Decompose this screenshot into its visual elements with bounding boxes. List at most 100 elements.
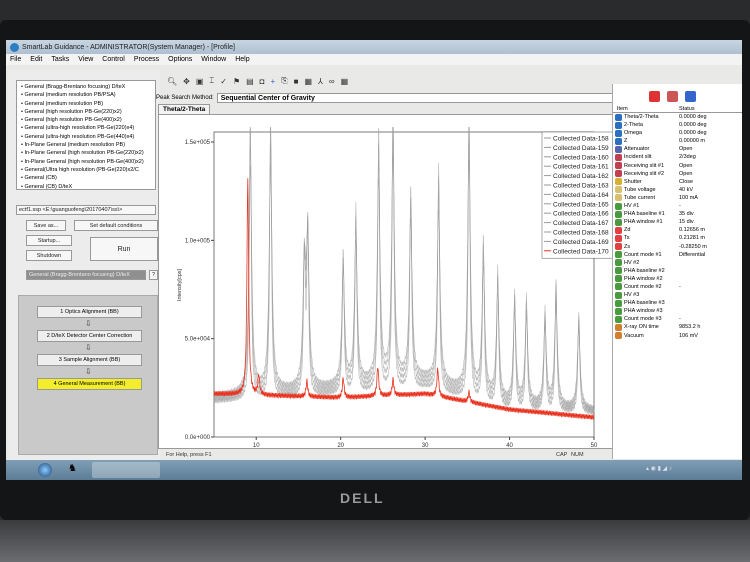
tree-item[interactable]: In-Plane General (high resolution PB-Ge(… [21, 149, 155, 157]
window-title: SmartLab Guidance - ADMINISTRATOR(System… [22, 43, 235, 51]
part-name-field[interactable]: General (Bragg-Brentano focusing) D/teX [26, 270, 146, 280]
status-item: HV #1 [624, 203, 640, 210]
status-cap: CAP [556, 452, 568, 458]
check-icon[interactable]: ✓ [220, 77, 227, 86]
menu-file[interactable]: File [10, 56, 21, 63]
tree-item[interactable]: General (Bragg-Brentano focusing) D/teX [21, 83, 155, 91]
cursor-icon[interactable]: ⌶ [209, 76, 214, 86]
startup-button[interactable]: Startup... [26, 235, 72, 246]
device-icon [615, 307, 622, 315]
status-item: Ts [624, 235, 630, 242]
link-icon[interactable]: ∞ [329, 77, 335, 86]
tree-item[interactable]: General (high resolution PB-Ge(220)x2) [21, 108, 155, 116]
device-icon [615, 202, 622, 210]
status-value: -0.28250 m [679, 243, 707, 250]
tree-item[interactable]: General (medium resolution PB) [21, 100, 155, 108]
help-button[interactable]: ? [149, 270, 158, 280]
menu-view[interactable]: View [78, 56, 93, 63]
start-button[interactable] [38, 463, 52, 477]
device-icon [615, 226, 622, 234]
peak-search-select[interactable]: Sequential Center of Gravity▾ [216, 92, 641, 103]
status-num: NUM [571, 452, 584, 458]
status-item: HV #2 [624, 259, 640, 266]
menu-options[interactable]: Options [168, 56, 192, 63]
status-value: - [679, 283, 681, 290]
hardware-icon[interactable] [667, 90, 678, 102]
x-tick-label: 10 [253, 443, 260, 449]
peak-search-value: Sequential Center of Gravity [220, 94, 315, 102]
menu-process[interactable]: Process [134, 56, 159, 63]
menu-tasks[interactable]: Tasks [51, 56, 69, 63]
status-value: 2/3deg [679, 154, 696, 161]
status-item: Count mode #1 [624, 251, 662, 258]
desk [0, 520, 750, 562]
marker-icon[interactable]: ◘ [260, 77, 265, 86]
system-tray: ▴ ◉ ▮ ◢ ♪ [646, 466, 672, 472]
status-row: Ts 0.21281 m [613, 234, 742, 242]
set-default-button[interactable]: Set default conditions [74, 220, 158, 231]
move-icon[interactable]: ✥ [183, 77, 190, 86]
alarm-icon[interactable] [649, 90, 660, 102]
tree-item[interactable]: General (CB) [21, 174, 155, 182]
legend-entry: Collected Data-158 [553, 136, 609, 143]
menu-control[interactable]: Control [102, 56, 125, 63]
legend-entry: Collected Data-166 [553, 211, 609, 218]
crosshair-icon[interactable]: + [271, 77, 276, 86]
device-icon [615, 153, 622, 161]
step-optics-alignment[interactable]: 1 Optics Alignment (BB) [37, 306, 142, 318]
tree-item[interactable]: General (CB) D/teX [21, 183, 155, 189]
grid-icon[interactable]: ▦ [341, 77, 349, 86]
status-value: 100 mA [679, 194, 698, 201]
shutdown-button[interactable]: Shutdown [26, 250, 72, 261]
status-value: 40 kV [679, 186, 694, 193]
file-select[interactable]: ectf1.ssp <E:\guanguofeng\20170407\ss\> [16, 205, 156, 215]
device-icon [615, 243, 622, 250]
run-button[interactable]: Run [90, 237, 158, 261]
status-row: Tube current 100 mA [613, 194, 742, 202]
device-icon [615, 113, 622, 121]
status-item: 2-Theta [624, 122, 643, 129]
app-pin-icon[interactable]: ♞ [68, 463, 77, 474]
header-status: Status [679, 106, 695, 112]
zoom-icon[interactable]: 🔍︎ [167, 77, 177, 86]
copy-icon[interactable]: ⎘ [281, 76, 287, 86]
device-icon [615, 210, 622, 218]
flag-icon[interactable]: ⚑ [233, 77, 240, 86]
part-tree[interactable]: General (Bragg-Brentano focusing) D/teXG… [16, 80, 156, 190]
status-value: Open [679, 162, 693, 169]
status-item: Tube voltage [624, 186, 656, 193]
step-general-measurement[interactable]: 4 General Measurement (BB) [37, 378, 142, 390]
tree-item[interactable]: General(Ultra high resolution (PB-Ge(220… [21, 166, 155, 174]
step-detector-center[interactable]: 2 D/teX Detector Center Correction [37, 330, 142, 342]
tree-item[interactable]: In-Plane General (medium resolution PB) [21, 141, 155, 149]
tree-item[interactable]: General (ultra-high resolution PB-Ge(220… [21, 124, 155, 132]
properties-icon[interactable]: ▤ [246, 77, 254, 86]
menu-window[interactable]: Window [201, 56, 226, 63]
y-axis-label: Intensity[cps] [177, 268, 183, 301]
tree-item[interactable]: General (medium resolution PB/PSA) [21, 91, 155, 99]
legend-entry: Collected Data-161 [553, 164, 609, 171]
status-row: PHA baseline #2 [613, 267, 742, 275]
menu-edit[interactable]: Edit [30, 56, 42, 63]
status-item: Vacuum [624, 332, 644, 339]
legend-entry: Collected Data-167 [553, 220, 609, 227]
tree-item[interactable]: General (ultra-high resolution PB-Ge(440… [21, 133, 155, 141]
axis-icon[interactable]: ⅄ [318, 77, 323, 86]
status-row: 2-Theta 0.0000 deg [613, 121, 742, 129]
save-icon[interactable]: ■ [294, 77, 299, 86]
device-icon [615, 332, 622, 340]
refresh-icon[interactable] [685, 90, 696, 102]
taskbar-smartlab-button[interactable] [92, 462, 160, 478]
menu-help[interactable]: Help [235, 56, 249, 63]
tree-item[interactable]: In-Plane General (high resolution PB-Ge(… [21, 158, 155, 166]
tree-item[interactable]: General (high resolution PB-Ge(400)x2) [21, 116, 155, 124]
legend-entry: Collected Data-160 [553, 154, 609, 161]
fit-icon[interactable]: ▣ [196, 77, 204, 86]
step-sample-alignment[interactable]: 3 Sample Alignment (BB) [37, 354, 142, 366]
status-row: Incident slit 2/3deg [613, 153, 742, 161]
save-as-button[interactable]: Save as... [26, 220, 66, 231]
settings-icon[interactable]: ▦ [304, 77, 312, 86]
legend: Collected Data-158 Collected Data-159 Coll… [541, 131, 623, 259]
status-row: Receiving slit #2 Open [613, 170, 742, 178]
status-help: For Help, press F1 [166, 452, 212, 458]
